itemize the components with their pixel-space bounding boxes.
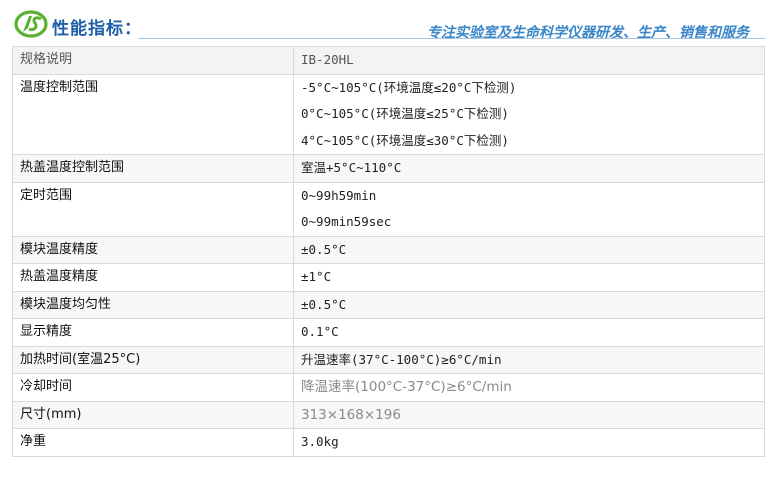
spec-label: 加热时间(室温25°C) xyxy=(12,345,294,374)
table-row: 定时范围 0~99h59min 0~99min59sec xyxy=(12,181,765,237)
spec-label: 温度控制范围 xyxy=(12,73,294,155)
spec-value: ±1°C xyxy=(293,263,765,292)
spec-value: 室温+5°C~110°C xyxy=(293,154,765,183)
spec-value-line: 4°C~105°C(环境温度≤30°C下检测) xyxy=(301,132,509,148)
table-header-row: 规格说明 IB-20HL xyxy=(12,46,765,75)
table-row: 温度控制范围 -5°C~105°C(环境温度≤20°C下检测) 0°C~105°… xyxy=(12,73,765,155)
spec-value: ±0.5°C xyxy=(293,290,765,319)
table-row: 净重 3.0kg xyxy=(12,428,765,457)
table-row: 模块温度精度 ±0.5°C xyxy=(12,235,765,264)
spec-value-line: 0~99h59min xyxy=(301,187,377,203)
spec-label: 冷却时间 xyxy=(12,373,294,402)
spec-label: 热盖温度精度 xyxy=(12,263,294,292)
spec-value-line: -5°C~105°C(环境温度≤20°C下检测) xyxy=(301,79,517,95)
spec-label: 模块温度精度 xyxy=(12,235,294,264)
spec-table: 规格说明 IB-20HL 温度控制范围 -5°C~105°C(环境温度≤20°C… xyxy=(12,46,765,457)
table-row: 热盖温度控制范围 室温+5°C~110°C xyxy=(12,154,765,183)
table-row: 加热时间(室温25°C) 升温速率(37°C-100°C)≥6°C/min xyxy=(12,345,765,374)
spec-value: 313×168×196 xyxy=(293,400,765,429)
spec-value-line: 0°C~105°C(环境温度≤25°C下检测) xyxy=(301,106,509,121)
spec-value: 升温速率(37°C-100°C)≥6°C/min xyxy=(293,345,765,374)
spec-value: 0.1°C xyxy=(293,318,765,347)
section-title: 性能指标： xyxy=(52,19,142,39)
spec-label: 显示精度 xyxy=(12,318,294,347)
table-row: 热盖温度精度 ±1°C xyxy=(12,263,765,292)
spec-value: 3.0kg xyxy=(293,428,765,457)
spec-header-label: 规格说明 xyxy=(12,46,294,75)
header-divider xyxy=(138,38,765,39)
spec-label: 定时范围 xyxy=(12,181,294,237)
spec-value: -5°C~105°C(环境温度≤20°C下检测) 0°C~105°C(环境温度≤… xyxy=(293,73,765,155)
spec-label: 尺寸(mm) xyxy=(12,400,294,429)
table-row: 尺寸(mm) 313×168×196 xyxy=(12,400,765,429)
table-row: 冷却时间 降温速率(100°C-37°C)≥6°C/min xyxy=(12,373,765,402)
spec-label: 模块温度均匀性 xyxy=(12,290,294,319)
spec-header-model: IB-20HL xyxy=(293,46,765,75)
table-row: 显示精度 0.1°C xyxy=(12,318,765,347)
page-header: 性能指标： 专注实验室及生命科学仪器研发、生产、销售和服务 xyxy=(0,0,779,46)
spec-label: 热盖温度控制范围 xyxy=(12,154,294,183)
spec-value-line: 0~99min59sec xyxy=(301,214,392,229)
spec-label: 净重 xyxy=(12,428,294,457)
spec-value: 0~99h59min 0~99min59sec xyxy=(293,181,765,237)
company-slogan: 专注实验室及生命科学仪器研发、生产、销售和服务 xyxy=(427,25,749,41)
spec-value: 降温速率(100°C-37°C)≥6°C/min xyxy=(293,373,765,402)
table-row: 模块温度均匀性 ±0.5°C xyxy=(12,290,765,319)
spec-value: ±0.5°C xyxy=(293,235,765,264)
company-logo-icon xyxy=(14,10,48,38)
